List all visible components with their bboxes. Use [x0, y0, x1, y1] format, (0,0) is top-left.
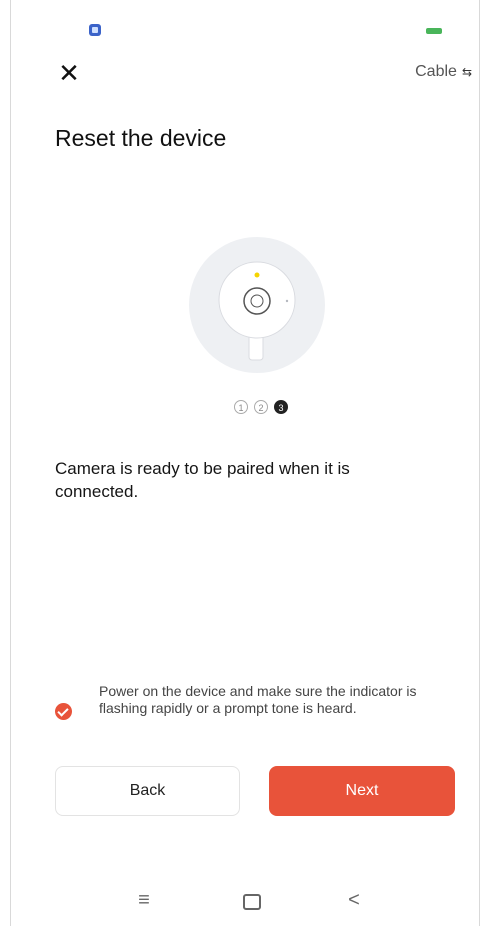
back-button[interactable]: Back: [55, 766, 240, 816]
close-icon: ✕: [58, 58, 80, 88]
indicator-led: [254, 272, 260, 278]
step-dot-1: 1: [234, 400, 248, 414]
camera-illustration: [189, 237, 325, 373]
notification-app-icon: [89, 24, 101, 36]
camera-lens: [243, 287, 271, 315]
instruction-text: Camera is ready to be paired when it is …: [55, 459, 350, 501]
system-nav-bar: ≡ <: [11, 880, 481, 920]
checkbox-checked-icon[interactable]: [55, 703, 72, 720]
page-title: Reset the device: [55, 125, 227, 151]
phone-screen: ✕ Cable ⇆ Reset the device 1 2 3 Camera …: [10, 0, 480, 926]
home-icon[interactable]: [243, 894, 261, 910]
next-button[interactable]: Next: [269, 766, 455, 816]
cable-mode-link[interactable]: Cable ⇆: [415, 63, 472, 81]
nav-header: ✕ Cable ⇆: [11, 55, 481, 95]
confirm-text: Power on the device and make sure the in…: [99, 683, 417, 716]
back-nav-button[interactable]: <: [339, 888, 369, 912]
status-bar: [11, 0, 481, 40]
step-indicator: 1 2 3: [11, 400, 481, 414]
cable-icon: ⇆: [461, 65, 472, 79]
close-button[interactable]: ✕: [55, 59, 83, 87]
step-dot-3: 3: [274, 400, 288, 414]
camera-sensor: [285, 299, 289, 303]
battery-icon: [426, 28, 442, 34]
confirm-row[interactable]: Power on the device and make sure the in…: [55, 680, 445, 740]
cable-label: Cable: [415, 63, 457, 80]
step-dot-2: 2: [254, 400, 268, 414]
recents-button[interactable]: ≡: [129, 888, 159, 912]
